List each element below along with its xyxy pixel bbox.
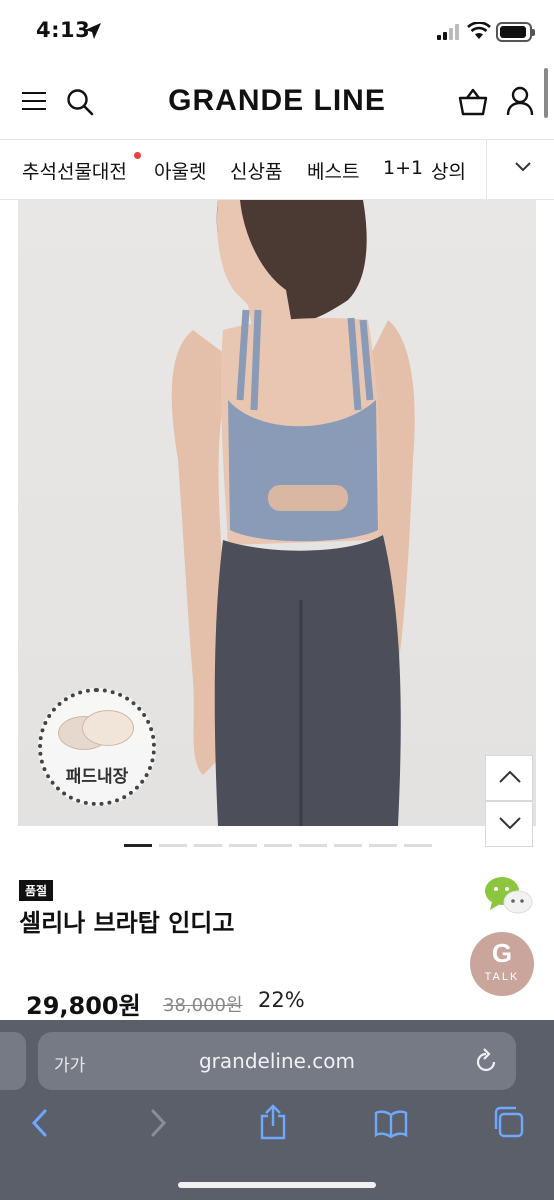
scroll-up-button[interactable] [485, 755, 533, 801]
pager-dot[interactable] [264, 844, 292, 847]
browser-toolbar: 가가 grandeline.com [0, 1020, 554, 1200]
bookmarks-icon[interactable] [374, 1110, 408, 1138]
original-price: 38,000원 [163, 995, 243, 1016]
location-arrow-icon [85, 23, 101, 39]
pager-dot[interactable] [404, 844, 432, 847]
wifi-icon [467, 22, 491, 39]
g-talk-button[interactable]: G TALK [470, 932, 534, 996]
page-scrollbar[interactable] [544, 68, 548, 118]
pager-dot[interactable] [334, 844, 362, 847]
previous-tab-peek[interactable] [0, 1032, 26, 1090]
pager-dot[interactable] [369, 844, 397, 847]
category-tab-new[interactable]: 신상품 [230, 157, 282, 184]
cellular-signal-icon [437, 24, 459, 40]
battery-icon [496, 22, 535, 42]
soldout-tag: 품절 [19, 880, 54, 901]
user-icon[interactable] [506, 86, 534, 116]
cart-icon[interactable] [458, 88, 488, 116]
new-dot-badge [134, 152, 141, 159]
category-nav: 추석선물대전 아울렛 신상품 베스트 1+1 상의 [0, 140, 554, 200]
share-icon[interactable] [258, 1104, 288, 1140]
sale-price: 29,800원 [26, 992, 141, 1020]
scroll-down-button[interactable] [485, 801, 533, 847]
address-bar[interactable]: 가가 grandeline.com [38, 1032, 516, 1090]
category-tab-chuseok[interactable]: 추석선물대전 [22, 157, 127, 184]
site-header: GRANDE LINE [0, 64, 554, 140]
chat-bubble-icon[interactable] [484, 876, 534, 916]
category-tab-1plus1[interactable]: 1+1 [383, 157, 423, 179]
status-bar: 4:13 [0, 0, 554, 64]
category-tab-outlet[interactable]: 아울렛 [154, 157, 206, 184]
pager-dot[interactable] [124, 844, 152, 847]
reload-icon[interactable] [474, 1048, 498, 1074]
category-tab-best[interactable]: 베스트 [307, 157, 359, 184]
product-name: 셀리나 브라탑 인디고 [19, 909, 235, 937]
tabs-icon[interactable] [492, 1106, 524, 1138]
pager-dot[interactable] [299, 844, 327, 847]
chevron-down-icon [515, 162, 531, 172]
url-text[interactable]: grandeline.com [38, 1049, 516, 1073]
pad-included-badge: 패드내장 [38, 688, 156, 806]
discount-rate: 22% [258, 988, 305, 1012]
pad-included-label: 패드내장 [65, 767, 129, 787]
category-tab-tops[interactable]: 상의 [431, 157, 466, 184]
forward-icon[interactable] [150, 1108, 168, 1138]
g-talk-letter: G [491, 938, 513, 968]
home-indicator[interactable] [178, 1182, 376, 1188]
chevron-up-icon [499, 770, 521, 783]
status-time: 4:13 [36, 18, 91, 42]
pad-icon-back [82, 710, 134, 746]
pager-dot[interactable] [194, 844, 222, 847]
chevron-down-icon [499, 817, 521, 830]
pager-dot[interactable] [229, 844, 257, 847]
pager-dot[interactable] [159, 844, 187, 847]
category-expand-button[interactable] [486, 140, 554, 199]
g-talk-label: TALK [484, 971, 520, 983]
back-icon[interactable] [30, 1108, 48, 1138]
